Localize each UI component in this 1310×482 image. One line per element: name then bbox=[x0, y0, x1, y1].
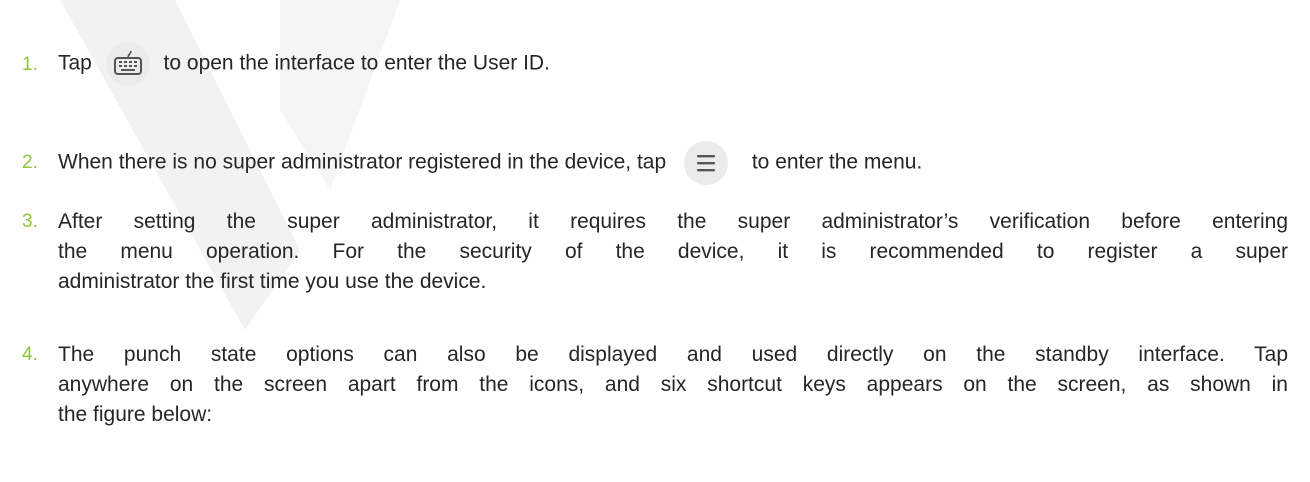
step-4-line-3: the figure below: bbox=[58, 403, 213, 426]
step-2-number: 2. bbox=[22, 152, 38, 173]
step-3-line-3: administrator the first time you use the… bbox=[58, 270, 487, 293]
step-1-text-after: to open the interface to enter the User … bbox=[163, 51, 550, 75]
step-2-text-before: When there is no super administrator reg… bbox=[58, 150, 667, 174]
keyboard-icon[interactable] bbox=[105, 42, 150, 86]
step-3-line-1: After setting the super administrator, i… bbox=[58, 210, 1288, 233]
hamburger-menu-icon[interactable] bbox=[684, 141, 728, 185]
step-1-number: 1. bbox=[22, 54, 38, 75]
step-3-line-2: the menu operation. For the security of … bbox=[58, 240, 1288, 263]
step-3-number: 3. bbox=[22, 211, 38, 232]
step-4-number: 4. bbox=[22, 344, 38, 365]
step-4-line-2: anywhere on the screen apart from the ic… bbox=[58, 373, 1288, 396]
step-2-text-after: to enter the menu. bbox=[751, 150, 923, 174]
step-1-text-before: Tap bbox=[58, 51, 92, 75]
step-4-line-1: The punch state options can also be disp… bbox=[58, 343, 1288, 366]
